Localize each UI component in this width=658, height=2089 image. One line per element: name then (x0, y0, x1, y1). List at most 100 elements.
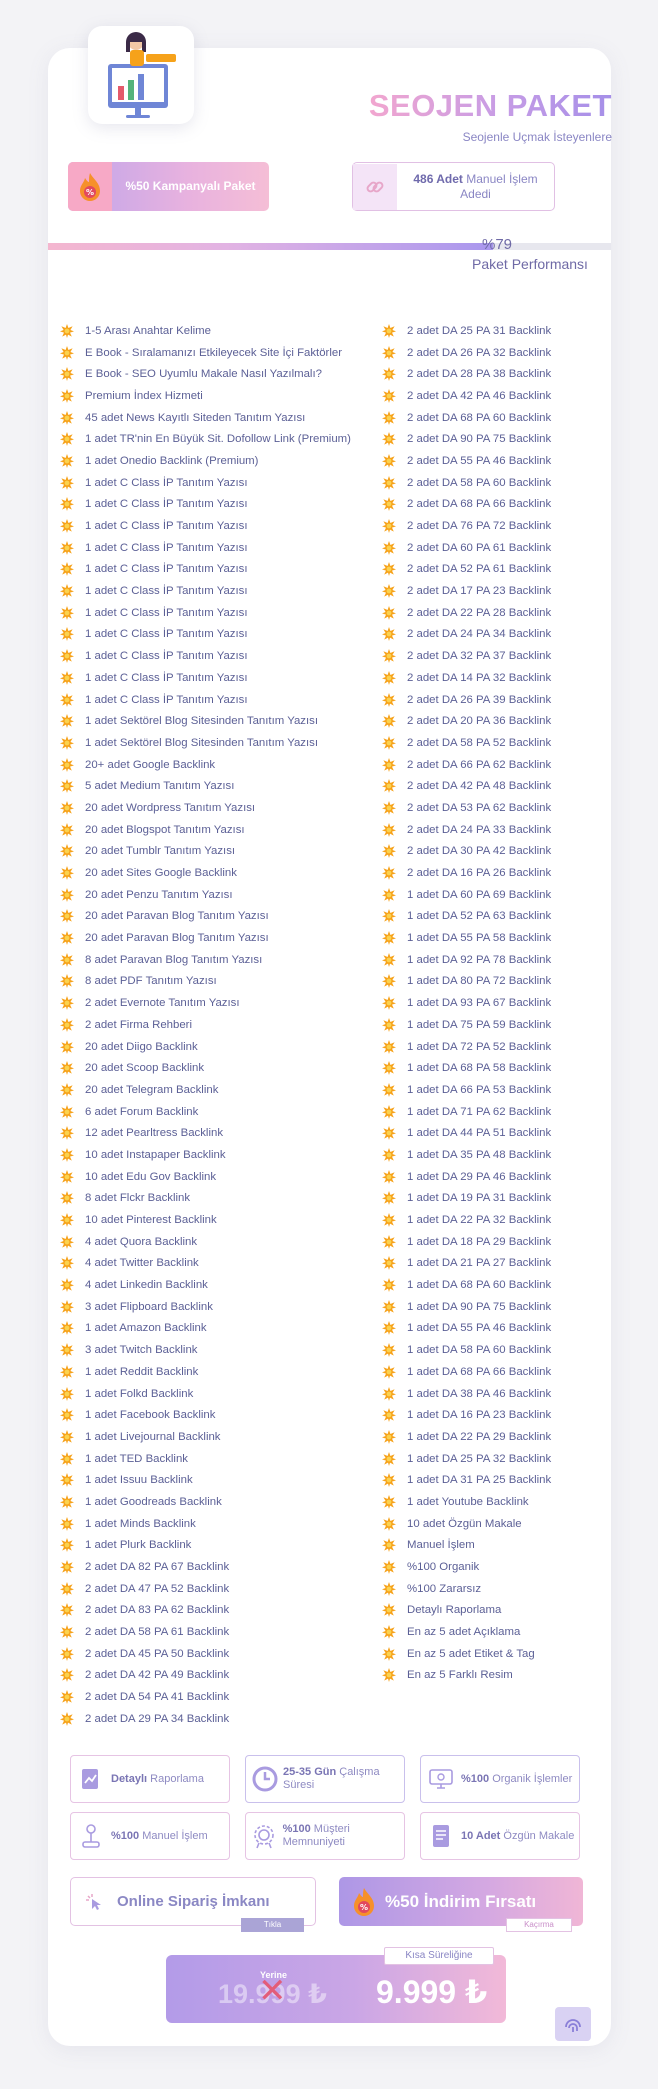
list-item: 4 adet Quora Backlink (60, 1231, 351, 1253)
star-burst-icon (382, 475, 396, 490)
chat-widget-button[interactable] (555, 2007, 591, 2041)
list-item: 3 adet Flipboard Backlink (60, 1296, 351, 1318)
list-item: 6 adet Forum Backlink (60, 1101, 351, 1123)
list-item-label: 2 adet DA 58 PA 52 Backlink (407, 736, 552, 749)
feature-bold: %100 (461, 1772, 490, 1785)
list-item-label: 2 adet DA 82 PA 67 Backlink (85, 1561, 230, 1574)
star-burst-icon (382, 1061, 396, 1076)
list-item-label: 2 adet Evernote Tanıtım Yazısı (85, 997, 240, 1010)
list-item-label: 1 adet Onedio Backlink (Premium) (85, 454, 259, 467)
feature-bold: Detaylı (111, 1772, 148, 1785)
star-burst-icon (60, 887, 74, 902)
star-burst-icon (382, 497, 396, 512)
star-burst-icon (60, 1039, 74, 1054)
list-item: 1 adet DA 60 PA 69 Backlink (382, 884, 551, 906)
list-item: 1 adet Onedio Backlink (Premium) (60, 450, 351, 472)
list-item-label: 1 adet Facebook Backlink (85, 1409, 216, 1422)
list-item-label: 10 adet Instapaper Backlink (85, 1148, 226, 1161)
list-item-label: 2 adet DA 47 PA 52 Backlink (85, 1582, 230, 1595)
star-burst-icon (60, 909, 74, 924)
list-item-label: 2 adet DA 24 PA 33 Backlink (407, 823, 552, 836)
list-item: 2 adet DA 54 PA 41 Backlink (60, 1686, 351, 1708)
list-item: 2 adet Evernote Tanıtım Yazısı (60, 992, 351, 1014)
operations-label: Manuel İşlem Adedi (460, 171, 538, 201)
list-item: 20 adet Paravan Blog Tanıtım Yazısı (60, 906, 351, 928)
star-burst-icon (60, 1516, 74, 1531)
star-burst-icon (382, 519, 396, 534)
list-item-label: 1 adet Goodreads Backlink (85, 1495, 222, 1508)
dont-miss-tag[interactable]: Kaçırma (506, 1918, 572, 1932)
list-item-label: 1 adet DA 72 PA 52 Backlink (407, 1040, 552, 1053)
star-burst-icon (382, 1646, 396, 1661)
star-burst-icon (60, 1191, 74, 1206)
list-item: 1 adet DA 18 PA 29 Backlink (382, 1231, 551, 1253)
list-item-label: 1 adet C Class İP Tanıtım Yazısı (85, 585, 248, 598)
star-burst-icon (382, 540, 396, 555)
list-item-label: 8 adet Flckr Backlink (85, 1192, 191, 1205)
star-burst-icon (60, 1451, 74, 1466)
list-item-label: E Book - SEO Uyumlu Makale Nasıl Yazılma… (85, 368, 322, 381)
star-burst-icon (382, 1494, 396, 1509)
star-burst-icon (60, 453, 74, 468)
star-burst-icon (382, 1538, 396, 1553)
list-item: 1 adet DA 80 PA 72 Backlink (382, 971, 551, 993)
list-item-label: E Book - Sıralamanızı Etkileyecek Site İ… (85, 346, 343, 359)
list-item-label: 8 adet Paravan Blog Tanıtım Yazısı (85, 953, 263, 966)
list-item: 2 adet DA 76 PA 72 Backlink (382, 515, 551, 537)
list-item-label: 1 adet DA 35 PA 48 Backlink (407, 1148, 552, 1161)
star-burst-icon (60, 692, 74, 707)
list-item-label: 2 adet DA 68 PA 66 Backlink (407, 498, 552, 511)
list-item: 1 adet DA 68 PA 66 Backlink (382, 1361, 551, 1383)
list-item-label: 2 adet DA 58 PA 61 Backlink (85, 1626, 230, 1639)
list-item: 1 adet Facebook Backlink (60, 1404, 351, 1426)
star-burst-icon (60, 996, 74, 1011)
list-item-label: 3 adet Twitch Backlink (85, 1344, 198, 1357)
link-icon (353, 163, 397, 210)
star-burst-icon (382, 974, 396, 989)
list-item: En az 5 adet Açıklama (382, 1621, 551, 1643)
star-burst-icon (60, 1321, 74, 1336)
list-item-label: Premium İndex Hizmeti (85, 389, 203, 402)
campaign-label: %50 Kampanyalı Paket (125, 179, 256, 193)
list-item-label: 2 adet DA 16 PA 26 Backlink (407, 867, 552, 880)
list-item: 1 adet C Class İP Tanıtım Yazısı (60, 515, 351, 537)
list-item: 2 adet DA 83 PA 62 Backlink (60, 1600, 351, 1622)
list-item: 1 adet DA 44 PA 51 Backlink (382, 1122, 551, 1144)
star-burst-icon (60, 1082, 74, 1097)
star-burst-icon (382, 1408, 396, 1423)
hero-illustration (88, 26, 194, 124)
list-item: 1 adet C Class İP Tanıtım Yazısı (60, 602, 351, 624)
flame-icon: % (68, 162, 112, 211)
star-burst-icon (382, 735, 396, 750)
star-burst-icon (382, 844, 396, 859)
list-item: 1 adet DA 55 PA 46 Backlink (382, 1318, 551, 1340)
list-item: 1 adet DA 19 PA 31 Backlink (382, 1188, 551, 1210)
list-item: 8 adet Paravan Blog Tanıtım Yazısı (60, 949, 351, 971)
list-item: 2 adet DA 17 PA 23 Backlink (382, 580, 551, 602)
list-item: 1 adet DA 25 PA 32 Backlink (382, 1448, 551, 1470)
list-item-label: 20 adet Penzu Tanıtım Yazısı (85, 888, 233, 901)
list-item: 1 adet DA 71 PA 62 Backlink (382, 1101, 551, 1123)
operations-text: 486 Adet Manuel İşlem Adedi (397, 172, 554, 202)
list-item-label: 2 adet DA 26 PA 32 Backlink (407, 346, 552, 359)
star-burst-icon (60, 1061, 74, 1076)
star-burst-icon (382, 1017, 396, 1032)
list-item: 1 adet DA 22 PA 29 Backlink (382, 1426, 551, 1448)
list-item-label: 1 adet C Class İP Tanıtım Yazısı (85, 476, 248, 489)
list-item: 2 adet DA 82 PA 67 Backlink (60, 1556, 351, 1578)
list-item: 1 adet TED Backlink (60, 1448, 351, 1470)
list-item: 4 adet Linkedin Backlink (60, 1274, 351, 1296)
list-item-label: 2 adet DA 66 PA 62 Backlink (407, 758, 552, 771)
list-item-label: 1 adet C Class İP Tanıtım Yazısı (85, 650, 248, 663)
online-order-label: Online Sipariş İmkanı (117, 1893, 270, 1910)
list-item-label: 1 adet DA 90 PA 75 Backlink (407, 1300, 552, 1313)
list-item-label: 5 adet Medium Tanıtım Yazısı (85, 780, 235, 793)
new-price: 9.999 ₺ (376, 1974, 488, 2010)
list-item: 1 adet C Class İP Tanıtım Yazısı (60, 624, 351, 646)
feature-rest: Manuel İşlem (142, 1829, 208, 1842)
list-item: 2 adet DA 24 PA 34 Backlink (382, 624, 551, 646)
click-tag[interactable]: Tıkla (241, 1918, 304, 1932)
list-item-label: 1 adet DA 60 PA 69 Backlink (407, 888, 552, 901)
list-item-label: 1 adet C Class İP Tanıtım Yazısı (85, 628, 248, 641)
list-item: 1 adet DA 93 PA 67 Backlink (382, 992, 551, 1014)
